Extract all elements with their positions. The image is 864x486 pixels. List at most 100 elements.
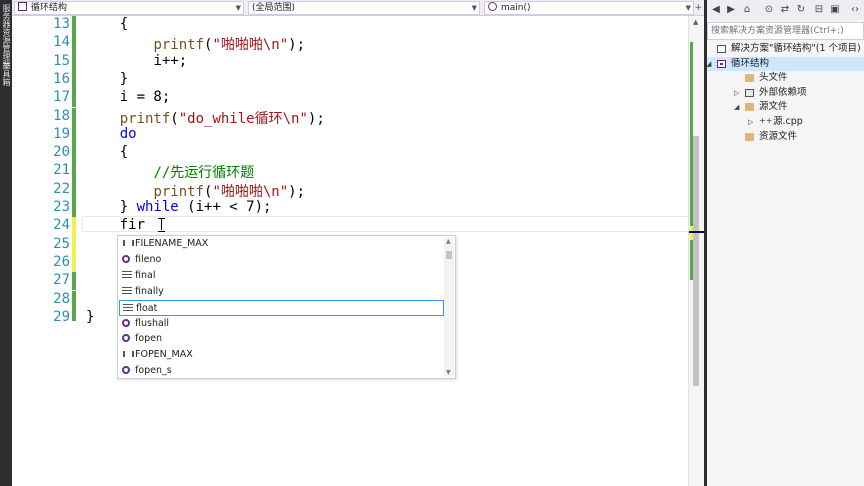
completion-list[interactable]: ▲ ▼ FILENAME_MAX fileno final finally float f… (117, 235, 456, 379)
code-line[interactable]: //先运行循环题 (153, 162, 254, 182)
change-indicator (72, 217, 76, 236)
code-line[interactable]: i = 8; (120, 89, 171, 105)
change-indicator (72, 162, 76, 181)
code-token: ); (288, 183, 306, 200)
completion-item[interactable]: flushall (119, 316, 444, 332)
line-number: 20 (53, 144, 70, 161)
code-token: (i++ < 7); (178, 199, 272, 215)
completion-item[interactable]: fopen (119, 331, 444, 347)
server-explorer-tab[interactable]: 服务器资源管理器 (1, 4, 11, 68)
change-indicator (72, 272, 76, 291)
tree-item-label: 源.cpp (773, 116, 803, 127)
change-indicator (72, 107, 76, 126)
completion-item[interactable]: finally (119, 284, 444, 300)
completion-item-label: FOPEN_MAX (135, 349, 193, 361)
line-number: 25 (53, 235, 70, 252)
collapse-all-icon[interactable]: ⊟ (813, 4, 825, 16)
scroll-up-icon[interactable]: ▲ (693, 18, 698, 26)
line-number: 27 (53, 272, 70, 289)
solution-icon (717, 45, 726, 53)
line-number: 28 (53, 290, 70, 307)
line-number: 29 (53, 308, 70, 325)
project-dropdown-value: 循环结构 (31, 3, 68, 13)
current-line-highlight (82, 216, 690, 232)
scroll-up-icon[interactable]: ▲ (446, 238, 451, 245)
macro-icon (122, 239, 134, 248)
back-icon[interactable]: ◀ (710, 4, 722, 16)
scope-dropdown-value: (全局范围) (252, 3, 296, 13)
code-line[interactable]: i++; (153, 53, 187, 69)
tree-item[interactable]: 解决方案"循环结构"(1 个项目) (707, 42, 864, 56)
function-icon (122, 254, 130, 263)
code-line[interactable]: do (120, 126, 137, 142)
project-icon (18, 2, 27, 11)
home-icon[interactable]: ⌂ (741, 4, 753, 16)
function-dropdown[interactable]: main() ▼ (484, 1, 694, 15)
chevron-down-icon: ▼ (471, 4, 477, 12)
chevron-down-icon: ▼ (235, 4, 241, 12)
references-icon (745, 88, 754, 97)
code-line[interactable]: } (120, 71, 128, 87)
tree-item-label: 头文件 (759, 72, 788, 84)
code-line[interactable]: { (120, 144, 128, 160)
code-line[interactable]: printf("do_while循环\n"); (120, 108, 325, 128)
completion-item[interactable]: float (119, 299, 444, 316)
function-dropdown-value: main() (501, 3, 531, 13)
change-indicator (72, 52, 76, 71)
tree-item[interactable]: ▷ ++ 源.cpp (707, 115, 864, 129)
tree-item[interactable]: 资源文件 (707, 130, 864, 144)
completion-list-scrollbar[interactable]: ▲ ▼ (444, 237, 454, 377)
function-icon (488, 2, 497, 11)
editor-vertical-scrollbar[interactable]: ▲ (688, 16, 705, 486)
code-token: "啪啪啪\n" (212, 37, 289, 54)
expanded-arrow-icon[interactable]: ◢ (706, 57, 711, 71)
expanded-arrow-icon[interactable]: ◢ (734, 100, 739, 114)
tree-item[interactable]: ◢ 循环结构 (706, 56, 864, 71)
code-line[interactable]: } while (i++ < 7); (120, 199, 272, 215)
collapsed-arrow-icon[interactable]: ▷ (734, 86, 739, 100)
code-line[interactable]: fir (120, 217, 145, 233)
toolbox-tab[interactable]: 工具箱 (1, 62, 11, 86)
show-all-files-icon[interactable]: ▣ (829, 4, 841, 16)
code-token: } (86, 308, 95, 325)
project-dropdown[interactable]: 循环结构 ▼ (14, 1, 244, 15)
tree-item[interactable]: ▷ 外部依赖项 (707, 86, 864, 100)
code-token: printf (153, 183, 205, 200)
scroll-down-icon[interactable]: ▼ (446, 369, 451, 376)
forward-icon[interactable]: ▶ (725, 4, 737, 16)
tree-item[interactable]: 头文件 (707, 71, 864, 85)
caret-position-marker (689, 231, 705, 233)
scrollbar-thumb[interactable] (446, 251, 452, 259)
code-token: while (136, 199, 179, 215)
scope-dropdown[interactable]: (全局范围) ▼ (248, 1, 480, 15)
completion-item[interactable]: final (119, 268, 444, 284)
completion-item[interactable]: fopen_s (119, 363, 444, 379)
solution-explorer-search-input[interactable]: 搜索解决方案资源管理器(Ctrl+;) (707, 22, 864, 40)
refresh-icon[interactable]: ↻ (795, 4, 807, 16)
sync-icon[interactable]: ⇄ (779, 4, 791, 16)
completion-item-label: flushall (135, 317, 170, 329)
completion-item-label: fileno (135, 253, 162, 265)
code-line[interactable]: printf("啪啪啪\n"); (153, 181, 305, 201)
collapsed-arrow-icon[interactable]: ▷ (748, 115, 753, 129)
tree-item-label: 循环结构 (731, 57, 770, 69)
completion-item[interactable]: FILENAME_MAX (119, 236, 444, 252)
code-token: printf (153, 37, 205, 54)
change-indicator (72, 70, 76, 90)
code-view-icon[interactable]: ‹› (849, 4, 861, 16)
change-indicator (72, 253, 76, 273)
line-number: 14 (53, 34, 70, 51)
scrollbar-thumb[interactable] (693, 136, 699, 386)
code-line[interactable]: { (120, 16, 128, 32)
split-window-icon[interactable]: + (694, 3, 702, 13)
function-icon (122, 334, 130, 343)
tree-item[interactable]: ◢ 源文件 (707, 100, 864, 114)
code-line[interactable]: printf("啪啪啪\n"); (153, 34, 305, 54)
code-line[interactable]: } (86, 309, 94, 325)
pending-changes-icon[interactable]: ⊙ (763, 4, 775, 16)
code-token: } (119, 199, 137, 215)
completion-item[interactable]: fileno (119, 252, 444, 268)
completion-item[interactable]: FOPEN_MAX (119, 347, 444, 363)
code-token: { (119, 144, 129, 161)
line-number: 18 (53, 107, 70, 124)
